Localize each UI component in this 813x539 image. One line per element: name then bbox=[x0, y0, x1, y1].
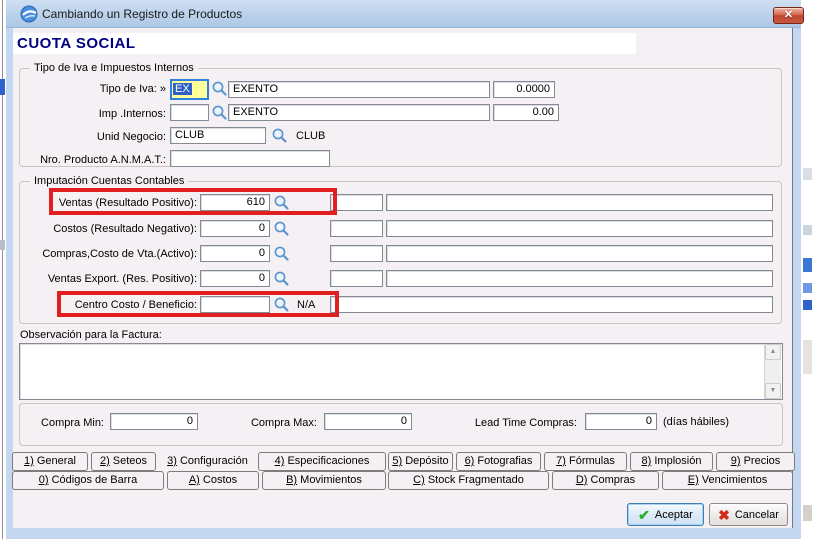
background-fragment bbox=[803, 258, 812, 272]
costos-extra-field[interactable] bbox=[330, 220, 383, 237]
anmat-label: Nro. Producto A.N.M.A.T.: bbox=[20, 153, 166, 167]
window-title: Cambiando un Registro de Productos bbox=[42, 7, 242, 21]
tab-precios[interactable]: 9) Precios bbox=[716, 452, 795, 471]
search-icon[interactable] bbox=[211, 80, 229, 97]
imp-internos-desc-field[interactable]: EXENTO bbox=[228, 104, 490, 121]
ventas-export-account-input[interactable]: 0 bbox=[200, 270, 270, 287]
search-icon[interactable] bbox=[271, 127, 289, 144]
group-iva-title: Tipo de Iva e Impuestos Internos bbox=[30, 62, 198, 75]
tab-formulas[interactable]: 7) Fórmulas bbox=[544, 452, 627, 471]
group-cuentas-title: Imputación Cuentas Contables bbox=[30, 175, 188, 188]
tipo-iva-desc-field[interactable]: EXENTO bbox=[228, 81, 490, 98]
cancel-button[interactable]: ✖ Cancelar bbox=[709, 503, 788, 526]
observacion-label: Observación para la Factura: bbox=[20, 329, 162, 341]
cancel-button-label: Cancelar bbox=[735, 509, 779, 521]
tab-especificaciones[interactable]: 4) Especificaciones bbox=[258, 452, 386, 471]
ventas-export-label: Ventas Export. (Res. Positivo): bbox=[20, 272, 197, 286]
search-icon[interactable] bbox=[273, 245, 291, 262]
check-icon: ✔ bbox=[638, 508, 650, 522]
compra-min-label: Compra Min: bbox=[30, 416, 104, 430]
app-icon bbox=[20, 5, 38, 23]
background-fragment bbox=[803, 283, 812, 293]
annotation-highlight-ventas bbox=[49, 188, 337, 215]
tab-seteos[interactable]: 2) Seteos bbox=[91, 452, 156, 471]
product-name: CUOTA SOCIAL bbox=[17, 35, 136, 52]
costos-account-input[interactable]: 0 bbox=[200, 220, 270, 237]
accept-button[interactable]: ✔ Aceptar bbox=[627, 503, 704, 526]
observacion-scrollbar: ▲ ▼ bbox=[764, 344, 781, 399]
background-fragment bbox=[803, 168, 812, 180]
tab-implosion[interactable]: 8) Implosión bbox=[630, 452, 713, 471]
search-icon[interactable] bbox=[273, 220, 291, 237]
ventas-extra-field[interactable] bbox=[330, 194, 383, 211]
tab-compras[interactable]: D) Compras bbox=[552, 471, 659, 490]
background-fragment bbox=[803, 225, 812, 235]
close-button[interactable]: ✕ bbox=[773, 7, 804, 24]
tab-movimientos[interactable]: B) Movimientos bbox=[262, 471, 386, 490]
tipo-iva-label: Tipo de Iva: » bbox=[20, 82, 166, 96]
background-fragment bbox=[0, 240, 5, 250]
tab-stock-fragmentado[interactable]: C) Stock Fragmentado bbox=[388, 471, 549, 490]
scroll-up-button[interactable]: ▲ bbox=[765, 344, 781, 360]
background-fragment bbox=[0, 79, 5, 95]
imp-internos-rate-field[interactable]: 0.00 bbox=[493, 104, 559, 121]
tipo-iva-code-selection: EX bbox=[173, 83, 192, 95]
tab-configuracion[interactable]: 3) Configuración bbox=[159, 450, 256, 472]
unid-negocio-input[interactable]: CLUB bbox=[170, 127, 266, 144]
x-icon: ✖ bbox=[718, 508, 730, 522]
product-name-field: CUOTA SOCIAL bbox=[13, 33, 636, 54]
search-icon[interactable] bbox=[273, 270, 291, 287]
imp-internos-code-input[interactable] bbox=[170, 104, 209, 121]
lead-time-suffix: (días hábiles) bbox=[663, 416, 729, 428]
costos-desc-field[interactable] bbox=[386, 220, 773, 237]
search-icon[interactable] bbox=[211, 104, 229, 121]
ventas-desc-field[interactable] bbox=[386, 194, 773, 211]
centro-costo-desc-field[interactable] bbox=[330, 296, 773, 313]
compras-extra-field[interactable] bbox=[330, 245, 383, 262]
tipo-iva-rate-field[interactable]: 0.0000 bbox=[493, 81, 555, 98]
compra-max-label: Compra Max: bbox=[235, 416, 317, 430]
compra-max-input[interactable]: 0 bbox=[324, 413, 412, 430]
background-fragment bbox=[803, 340, 812, 374]
anmat-input[interactable] bbox=[170, 150, 330, 167]
compras-desc-field[interactable] bbox=[386, 245, 773, 262]
tab-deposito[interactable]: 5) Depósito bbox=[388, 452, 453, 471]
tipo-iva-code-input[interactable]: EX bbox=[170, 79, 209, 100]
screen: Cambiando un Registro de Productos ✕ CUO… bbox=[0, 0, 813, 539]
compras-activo-label: Compras,Costo de Vta.(Activo): bbox=[20, 247, 197, 261]
costos-label: Costos (Resultado Negativo): bbox=[20, 222, 197, 236]
accept-button-label: Aceptar bbox=[655, 509, 693, 521]
tab-general[interactable]: 1) General bbox=[12, 452, 88, 471]
compras-account-input[interactable]: 0 bbox=[200, 245, 270, 262]
tab-fotografias[interactable]: 6) Fotografias bbox=[456, 452, 541, 471]
imp-internos-label: Imp .Internos: bbox=[20, 107, 166, 121]
observacion-textarea[interactable] bbox=[19, 343, 783, 400]
annotation-highlight-centro-costo bbox=[57, 291, 339, 317]
background-fragment bbox=[803, 300, 812, 310]
tab-costos[interactable]: A) Costos bbox=[167, 471, 259, 490]
compra-min-input[interactable]: 0 bbox=[110, 413, 198, 430]
lead-time-input[interactable]: 0 bbox=[585, 413, 657, 430]
tab-vencimientos[interactable]: E) Vencimientos bbox=[662, 471, 793, 490]
ventas-export-desc-field[interactable] bbox=[386, 270, 773, 287]
tab-codigos-de-barra[interactable]: 0) Códigos de Barra bbox=[12, 471, 164, 490]
unid-negocio-label: Unid Negocio: bbox=[20, 130, 166, 144]
lead-time-label: Lead Time Compras: bbox=[455, 416, 577, 430]
background-fragment bbox=[803, 505, 812, 521]
unid-negocio-desc: CLUB bbox=[296, 130, 325, 142]
ventas-export-extra-field[interactable] bbox=[330, 270, 383, 287]
scroll-down-button[interactable]: ▼ bbox=[765, 383, 781, 399]
titlebar: Cambiando un Registro de Productos ✕ bbox=[6, 0, 801, 28]
